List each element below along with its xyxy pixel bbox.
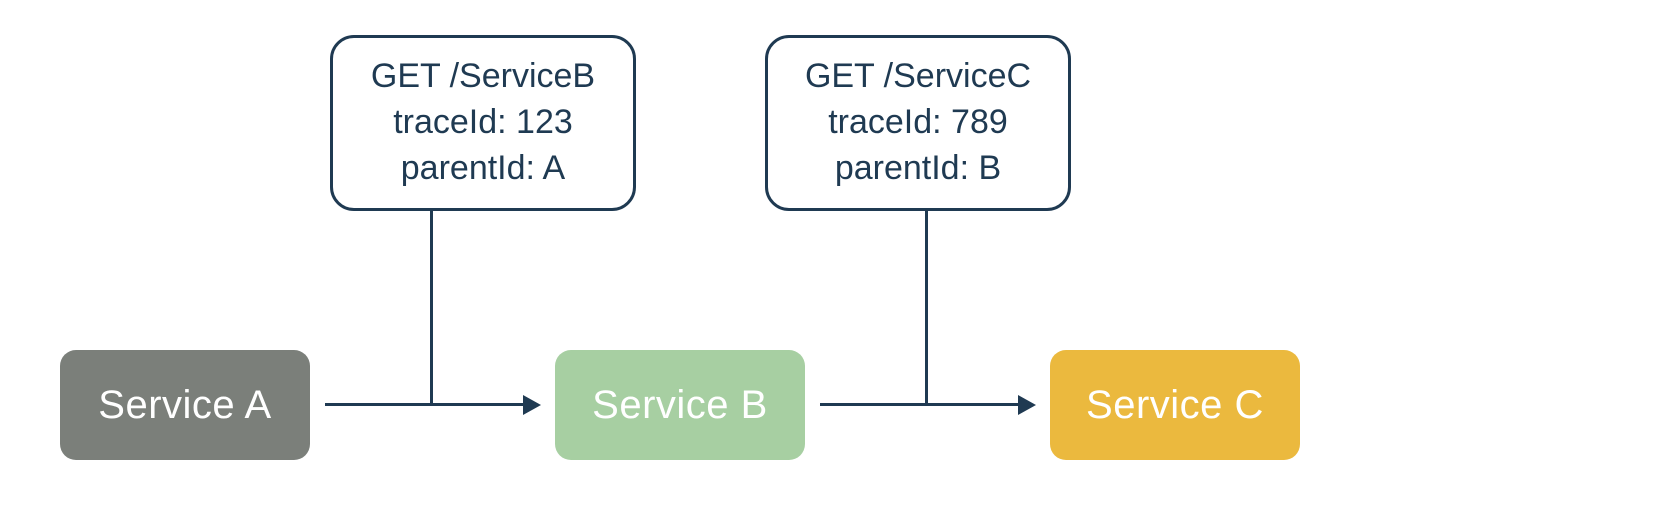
service-b-label: Service B [592,383,768,428]
callout-bc-request: GET /ServiceC [805,54,1031,100]
trace-diagram: Service A GET /ServiceB traceId: 123 par… [0,0,1669,523]
callout-ab-request: GET /ServiceB [371,54,595,100]
callout-ab-trace: traceId: 123 [393,100,573,146]
service-c-box: Service C [1050,350,1300,460]
callout-b-to-c: GET /ServiceC traceId: 789 parentId: B [765,35,1071,211]
service-b-box: Service B [555,350,805,460]
callout-bc-parent: parentId: B [835,146,1001,192]
callout-a-to-b: GET /ServiceB traceId: 123 parentId: A [330,35,636,211]
arrow-b-to-c [820,403,1020,406]
callout-bc-trace: traceId: 789 [828,100,1008,146]
service-c-label: Service C [1086,383,1264,428]
callout-ab-parent: parentId: A [401,146,565,192]
callout-bc-stem [925,208,928,405]
arrow-a-to-b [325,403,525,406]
service-a-label: Service A [98,383,271,428]
arrow-b-to-c-head [1018,395,1036,415]
service-a-box: Service A [60,350,310,460]
arrow-a-to-b-head [523,395,541,415]
callout-ab-stem [430,208,433,405]
